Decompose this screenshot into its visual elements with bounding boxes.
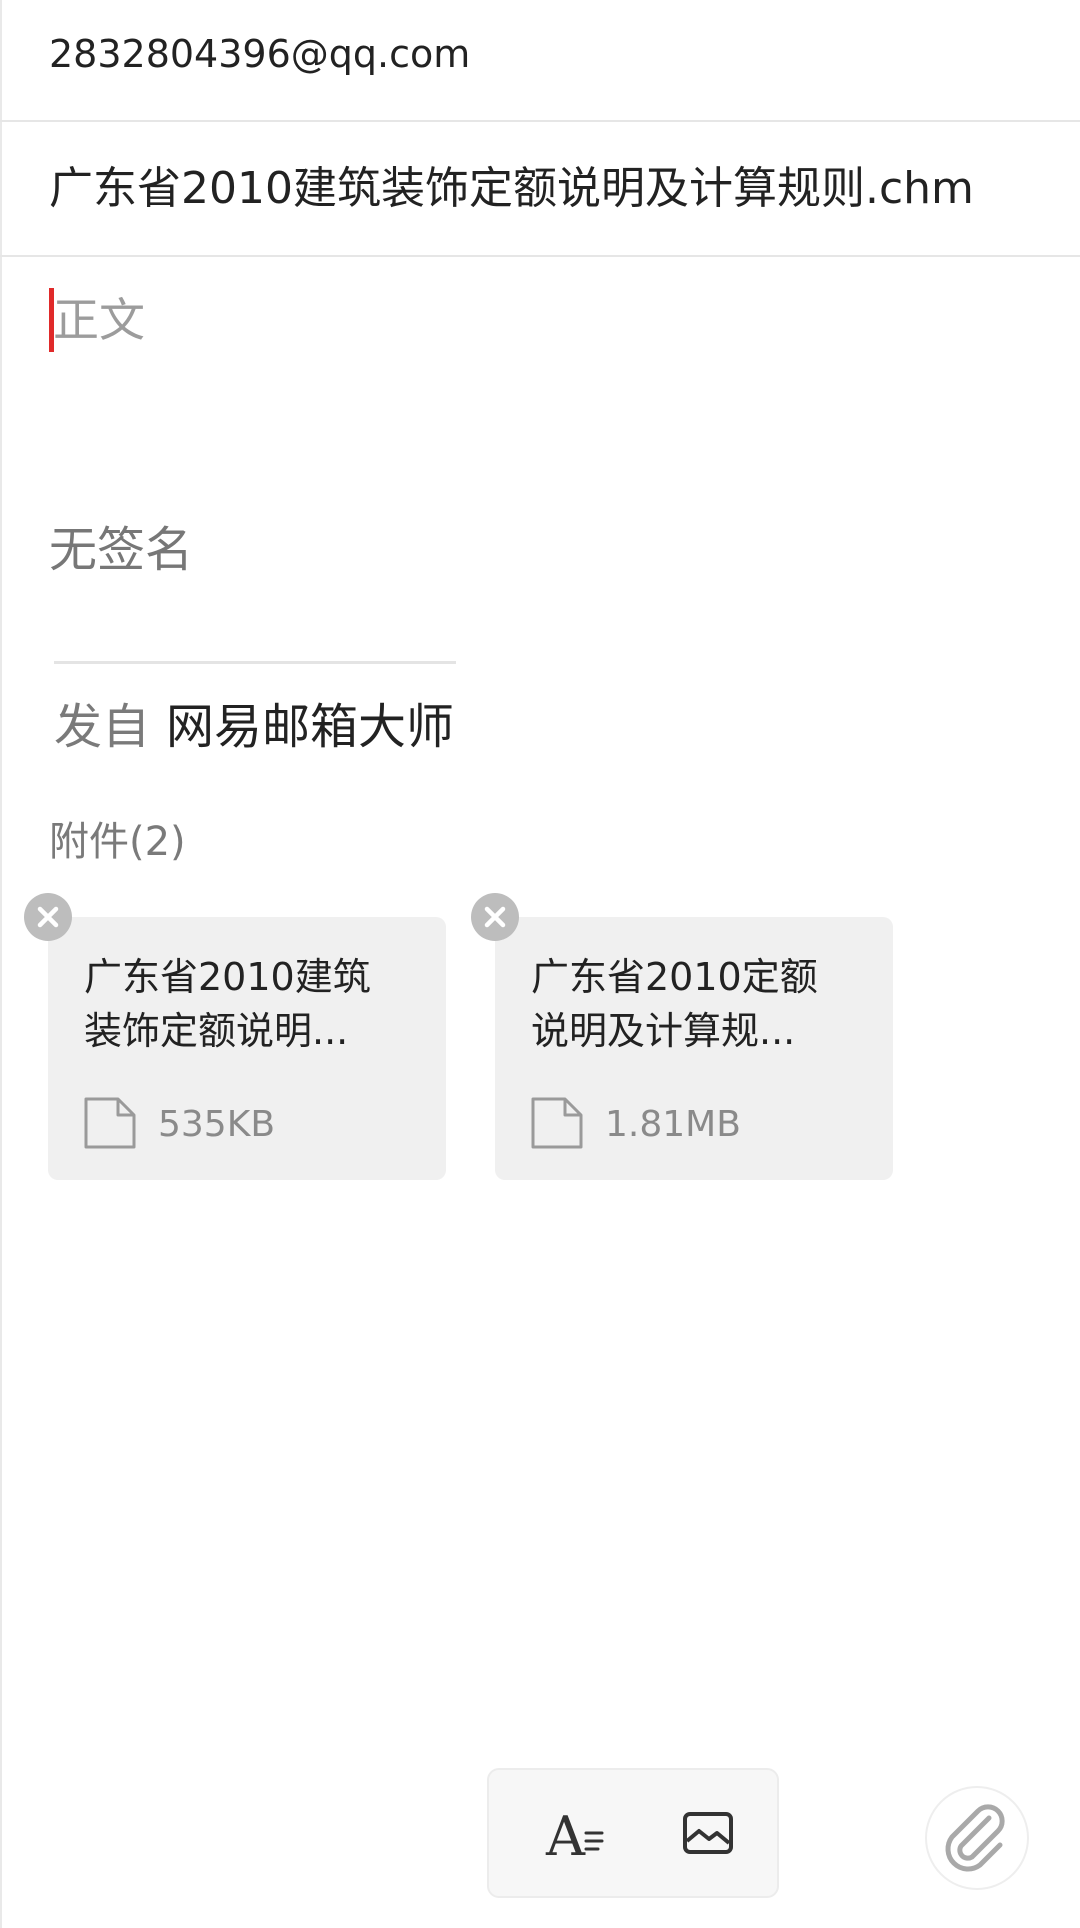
compose-screen: 2832804396@qq.com 广东省2010建筑装饰定额说明及计算规则.c…	[0, 0, 1080, 1928]
attachments-header: 附件(2)	[49, 819, 186, 865]
text-format-button[interactable]: A	[542, 1797, 614, 1869]
subject-field[interactable]: 广东省2010建筑装饰定额说明及计算规则.chm	[49, 160, 974, 218]
body-input[interactable]: 正文	[49, 285, 1029, 355]
format-toolbar: A	[487, 1768, 779, 1898]
text-format-icon: A	[545, 1805, 604, 1868]
attachment-size: 535KB	[158, 1104, 276, 1145]
sender-address: 2832804396@qq.com	[49, 32, 471, 76]
attachment-size: 1.81MB	[605, 1104, 741, 1145]
left-edge-divider	[0, 0, 2, 1928]
attach-button[interactable]	[925, 1786, 1029, 1890]
remove-attachment-button[interactable]	[471, 893, 519, 941]
close-icon	[484, 906, 506, 928]
file-icon	[531, 1097, 583, 1149]
file-icon	[84, 1097, 136, 1149]
svg-text:A: A	[545, 1805, 586, 1868]
sent-from-prefix: 发自	[54, 699, 151, 755]
paperclip-icon	[945, 1804, 1005, 1872]
signature-divider	[54, 661, 456, 664]
image-icon	[683, 1812, 733, 1854]
attachment-name: 广东省2010定额说明及计算规...	[531, 955, 818, 1053]
close-icon	[37, 906, 59, 928]
signature-text[interactable]: 无签名	[49, 520, 193, 580]
attachment-card[interactable]: 广东省2010定额说明及计算规... 1.81MB	[495, 917, 893, 1180]
body-placeholder: 正文	[53, 293, 145, 347]
attachment-card[interactable]: 广东省2010建筑装饰定额说明... 535KB	[48, 917, 446, 1180]
insert-image-button[interactable]	[672, 1797, 744, 1869]
sent-from-line: 发自 网易邮箱大师	[54, 697, 454, 757]
remove-attachment-button[interactable]	[24, 893, 72, 941]
sender-row[interactable]: 2832804396@qq.com	[0, 0, 1080, 122]
subject-row[interactable]: 广东省2010建筑装饰定额说明及计算规则.chm	[0, 122, 1080, 257]
attachment-name: 广东省2010建筑装饰定额说明...	[84, 955, 371, 1053]
sent-from-app: 网易邮箱大师	[166, 699, 455, 755]
